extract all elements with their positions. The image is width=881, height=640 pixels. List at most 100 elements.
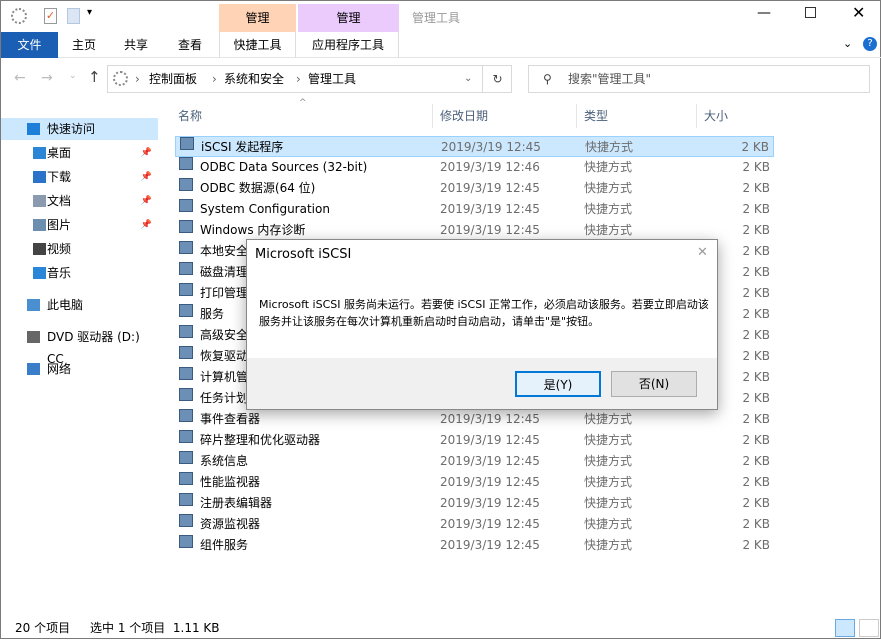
sidebar-item[interactable]: 下载 📌: [1, 166, 158, 188]
tab-application-tools[interactable]: 应用程序工具: [298, 32, 399, 58]
tab-file[interactable]: 文件: [1, 32, 58, 58]
pin-icon[interactable]: 📌: [141, 166, 152, 188]
file-date: 2019/3/19 12:45: [440, 223, 540, 237]
file-row[interactable]: iSCSI 发起程序 2019/3/19 12:45 快捷方式 2 KB: [175, 136, 774, 157]
file-name: 本地安全: [200, 244, 249, 258]
file-row[interactable]: 组件服务 2019/3/19 12:45 快捷方式 2 KB: [175, 535, 774, 556]
file-type: 快捷方式: [584, 475, 633, 489]
shortcut-icon: [179, 262, 193, 275]
column-name[interactable]: 名称: [171, 104, 433, 128]
shortcut-icon: [179, 241, 193, 254]
file-row[interactable]: System Configuration 2019/3/19 12:45 快捷方式 2…: [175, 199, 774, 220]
minimize-button[interactable]: —: [757, 5, 771, 21]
file-size: 2 KB: [741, 140, 769, 154]
properties-gear-icon[interactable]: [11, 8, 27, 24]
file-date: 2019/3/19 12:45: [440, 181, 540, 195]
shortcut-icon: [179, 493, 193, 506]
selection-info: 选中 1 个项目 1.11 KB: [90, 621, 220, 635]
file-size: 2 KB: [742, 307, 770, 321]
dialog-message: Microsoft iSCSI 服务尚未运行。若要使 iSCSI 正常工作，必须…: [259, 298, 709, 328]
forward-button[interactable]: →: [41, 70, 53, 86]
yes-button[interactable]: 是(Y): [515, 371, 601, 397]
file-type: 快捷方式: [584, 223, 633, 237]
new-folder-icon[interactable]: [67, 8, 80, 24]
close-button[interactable]: ✕: [852, 3, 865, 22]
file-name: 事件查看器: [200, 412, 261, 426]
control-panel-icon: [113, 71, 128, 86]
file-size: 2 KB: [742, 244, 770, 258]
breadcrumb-admin-tools[interactable]: 管理工具: [308, 66, 356, 92]
pin-icon[interactable]: 📌: [141, 214, 152, 236]
breadcrumb-sep-icon: ›: [212, 72, 217, 86]
sidebar-item[interactable]: 桌面 📌: [1, 142, 158, 164]
file-size: 2 KB: [742, 433, 770, 447]
tab-home[interactable]: 主页: [58, 32, 110, 58]
details-view-button[interactable]: [835, 619, 855, 637]
shortcut-icon: [180, 137, 194, 150]
refresh-icon[interactable]: ↻: [482, 66, 512, 92]
file-row[interactable]: 注册表编辑器 2019/3/19 12:45 快捷方式 2 KB: [175, 493, 774, 514]
document-icon: [33, 195, 46, 207]
sidebar-item[interactable]: 图片 📌: [1, 214, 158, 236]
back-button[interactable]: ←: [14, 70, 26, 86]
sidebar-item[interactable]: 快速访问: [1, 118, 158, 140]
file-size: 2 KB: [742, 517, 770, 531]
file-type: 快捷方式: [584, 433, 633, 447]
up-button[interactable]: ↑: [88, 68, 101, 86]
file-type: 快捷方式: [584, 181, 633, 195]
large-icons-view-button[interactable]: [859, 619, 879, 637]
shortcut-icon: [179, 199, 193, 212]
tab-share[interactable]: 共享: [110, 32, 162, 58]
properties-icon[interactable]: ✓: [44, 8, 57, 24]
column-size[interactable]: 大小: [697, 104, 777, 128]
file-row[interactable]: ODBC Data Sources (32-bit) 2019/3/19 12:4…: [175, 157, 774, 178]
search-input[interactable]: ⚲ 搜索"管理工具": [528, 65, 870, 93]
file-size: 2 KB: [742, 223, 770, 237]
address-dropdown-icon[interactable]: ⌄: [464, 66, 472, 92]
help-icon[interactable]: ?: [863, 37, 877, 51]
file-type: 快捷方式: [584, 160, 633, 174]
file-name: 系统信息: [200, 454, 249, 468]
shortcut-icon: [179, 451, 193, 464]
breadcrumb-control-panel[interactable]: 控制面板: [149, 66, 197, 92]
column-type[interactable]: 类型: [577, 104, 697, 128]
file-row[interactable]: 资源监视器 2019/3/19 12:45 快捷方式 2 KB: [175, 514, 774, 535]
sidebar-item[interactable]: DVD 驱动器 (D:) CC: [1, 326, 158, 366]
sidebar-item-label: 文档: [47, 194, 72, 208]
dialog-close-button[interactable]: ✕: [697, 245, 708, 260]
file-name: 任务计划: [200, 391, 249, 405]
sidebar-item-label: 音乐: [47, 266, 72, 280]
file-type: 快捷方式: [584, 538, 633, 552]
file-row[interactable]: 性能监视器 2019/3/19 12:45 快捷方式 2 KB: [175, 472, 774, 493]
shortcut-icon: [179, 472, 193, 485]
pin-icon[interactable]: 📌: [141, 142, 152, 164]
file-row[interactable]: ODBC 数据源(64 位) 2019/3/19 12:45 快捷方式 2 KB: [175, 178, 774, 199]
pin-icon[interactable]: 📌: [141, 190, 152, 212]
recent-dropdown-icon[interactable]: ⌄: [69, 71, 77, 81]
sidebar-item[interactable]: 音乐: [1, 262, 158, 284]
file-row[interactable]: 碎片整理和优化驱动器 2019/3/19 12:45 快捷方式 2 KB: [175, 430, 774, 451]
file-date: 2019/3/19 12:46: [440, 160, 540, 174]
quick-access-dropdown-icon[interactable]: ▾: [87, 7, 92, 18]
address-bar[interactable]: › 控制面板 › 系统和安全 › 管理工具 ⌄ ↻: [107, 65, 512, 93]
expand-ribbon-icon[interactable]: ⌄: [843, 37, 852, 50]
file-size: 2 KB: [742, 412, 770, 426]
file-row[interactable]: 事件查看器 2019/3/19 12:45 快捷方式 2 KB: [175, 409, 774, 430]
file-row[interactable]: 系统信息 2019/3/19 12:45 快捷方式 2 KB: [175, 451, 774, 472]
file-row[interactable]: Windows 内存诊断 2019/3/19 12:45 快捷方式 2 KB: [175, 220, 774, 241]
tab-shortcut-tools[interactable]: 快捷工具: [219, 32, 296, 58]
no-button[interactable]: 否(N): [611, 371, 697, 397]
column-date[interactable]: 修改日期: [433, 104, 577, 128]
maximize-button[interactable]: [805, 7, 816, 18]
breadcrumb-system-security[interactable]: 系统和安全: [224, 66, 284, 92]
sidebar-item[interactable]: 文档 📌: [1, 190, 158, 212]
sidebar-item[interactable]: 视频: [1, 238, 158, 260]
sidebar-item[interactable]: 此电脑: [1, 294, 158, 316]
sidebar-item-label: 视频: [47, 242, 72, 256]
sidebar-item[interactable]: 网络: [1, 358, 158, 380]
picture-icon: [33, 219, 46, 231]
shortcut-icon: [179, 325, 193, 338]
tab-view[interactable]: 查看: [162, 32, 218, 58]
dvd-icon: [27, 331, 40, 343]
file-name: 注册表编辑器: [200, 496, 273, 510]
